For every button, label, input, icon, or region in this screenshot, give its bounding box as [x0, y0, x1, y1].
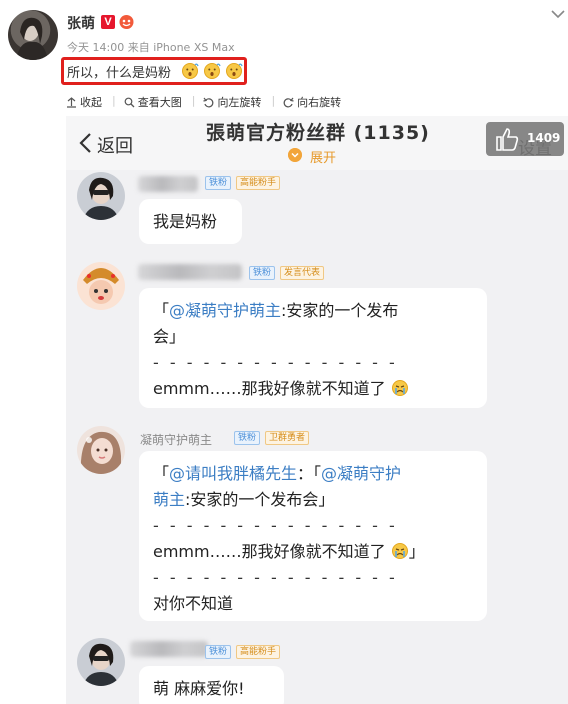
rotate-left-icon: [203, 97, 214, 107]
avatar[interactable]: [8, 10, 58, 60]
collapse-icon: [67, 96, 76, 108]
view-large-label: 查看大图: [137, 96, 182, 109]
reply-line: emmm……那我好像就不知道了 」: [153, 539, 473, 565]
quoted-line-2: 萌主:安家的一个发布会」: [153, 487, 473, 513]
thumbs-up-icon: [496, 128, 519, 151]
role-tag: 高能粉手: [236, 176, 281, 190]
last-line: 对你不知道: [153, 594, 234, 613]
username[interactable]: 张萌: [67, 13, 95, 33]
fan-tag: 铁粉: [234, 431, 261, 445]
rotate-left-label: 向左旋转: [217, 96, 262, 109]
rotate-right-label: 向右旋转: [297, 96, 342, 109]
chevron-down-icon[interactable]: [551, 9, 565, 19]
fan-tag: 铁粉: [205, 645, 232, 659]
message-bubble: 我是妈粉: [139, 199, 242, 244]
back-button: 返回: [97, 136, 133, 157]
post-image[interactable]: 返回 張萌官方粉丝群 (1135) 展开 设置 1409 铁粉 高能粉手 我是妈…: [66, 116, 568, 704]
sender-name-blurred: [138, 176, 198, 192]
role-tag: 发言代表: [280, 266, 325, 280]
post-header: 张萌 V 今天 14:00 来自 iPhone XS Max 所以，什么是妈粉: [0, 0, 568, 86]
message-bubble: 「@凝萌守护萌主:安家的一个发布 会」 - - - - - - - - - - …: [139, 288, 487, 408]
mention-link[interactable]: @凝萌守护: [321, 464, 401, 483]
post-meta: 今天 14:00 来自 iPhone XS Max: [67, 41, 235, 54]
surprised-face-icon: [182, 63, 199, 79]
fan-tag: 铁粉: [205, 176, 232, 190]
message-text: 萌 麻麻爱你!: [153, 679, 245, 698]
divider: |: [191, 94, 196, 107]
quote-colon: ：「: [297, 464, 322, 483]
message-bubble: 萌 麻麻爱你!: [139, 666, 284, 704]
quote-close: 」: [408, 542, 425, 561]
quoted-line-1: 「@凝萌守护萌主:安家的一个发布: [153, 298, 473, 324]
fan-tag: 铁粉: [249, 266, 276, 280]
quote-mark: 「: [153, 464, 170, 483]
reply-line: emmm……那我好像就不知道了: [153, 376, 473, 402]
group-title: 張萌官方粉丝群 (1135): [206, 122, 430, 144]
divider: |: [112, 94, 116, 107]
quote-mark: 「: [153, 301, 170, 320]
emoji-row: [180, 61, 244, 79]
message-text: 我是妈粉: [153, 212, 218, 231]
sender-name-blurred: [130, 641, 208, 657]
verified-badge: V: [101, 15, 115, 29]
reply-text: emmm……那我好像就不知道了: [153, 379, 386, 398]
expand-label: 展开: [310, 151, 337, 166]
crying-face-icon: [391, 543, 408, 559]
like-count: 1409: [527, 131, 561, 145]
like-overlay[interactable]: 1409: [486, 122, 564, 156]
mention-link-cont[interactable]: 萌主: [153, 490, 185, 509]
reply-text: emmm……那我好像就不知道了: [153, 542, 386, 561]
message-bubble: 「@请叫我胖橘先生：「@凝萌守护 萌主:安家的一个发布会」 - - - - - …: [139, 451, 487, 621]
divider: |: [271, 94, 276, 107]
search-icon: [124, 97, 135, 107]
quote-text: :安家的一个发布会」: [185, 490, 335, 509]
quote-divider: - - - - - - - - - - - - - - -: [153, 568, 398, 587]
role-tag: 高能粉手: [236, 645, 281, 659]
view-large-button[interactable]: 查看大图: [124, 94, 182, 110]
sender-name: 凝萌守护萌主: [140, 433, 213, 447]
collapse-button[interactable]: 收起: [66, 94, 102, 110]
quote-divider: - - - - - - - - - - - - - - -: [153, 516, 398, 535]
vip-icon: [119, 15, 134, 29]
post-text: 所以，什么是妈粉: [67, 66, 172, 81]
surprised-face-icon: [226, 63, 243, 79]
avatar: [77, 426, 125, 474]
avatar: [77, 262, 125, 310]
avatar: [77, 638, 125, 686]
mention-link[interactable]: @请叫我胖橘先生: [169, 464, 297, 483]
quote-text: :安家的一个发布: [281, 301, 399, 320]
chevron-down-icon: [288, 148, 302, 162]
rotate-right-button[interactable]: 向右旋转: [283, 94, 341, 110]
quote-divider: - - - - - - - - - - - - - - -: [153, 353, 398, 372]
rotate-right-icon: [283, 97, 294, 107]
image-toolbar: 收起 | 查看大图 | 向左旋转 | 向右旋转: [66, 94, 351, 110]
collapse-label: 收起: [80, 96, 102, 109]
crying-face-icon: [391, 380, 408, 396]
surprised-face-icon: [204, 63, 221, 79]
back-arrow-icon: [79, 133, 91, 153]
mention-link[interactable]: @凝萌守护萌主: [169, 301, 281, 320]
sender-name-blurred: [138, 264, 242, 280]
role-tag: 卫群勇者: [265, 431, 310, 445]
quoted-line-1: 「@请叫我胖橘先生：「@凝萌守护: [153, 461, 473, 487]
quoted-line-2: 会」: [153, 327, 186, 346]
avatar: [77, 172, 125, 220]
rotate-left-button[interactable]: 向左旋转: [203, 94, 261, 110]
